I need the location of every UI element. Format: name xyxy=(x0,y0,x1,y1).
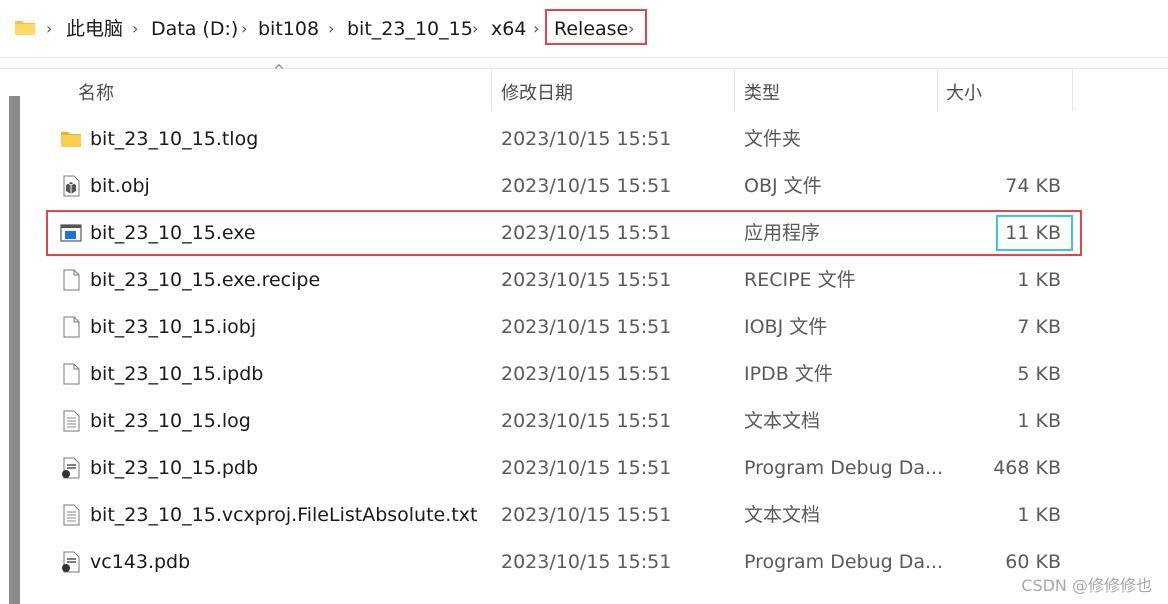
file-row[interactable]: bit_23_10_15.pdb 2023/10/15 15:51 Progra… xyxy=(48,446,1082,490)
file-name: bit_23_10_15.vcxproj.FileListAbsolute.tx… xyxy=(90,504,478,526)
file-size: 1 KB xyxy=(1017,269,1061,291)
file-size: 1 KB xyxy=(1017,504,1061,526)
pdb-file-icon xyxy=(62,551,80,573)
file-date: 2023/10/15 15:51 xyxy=(501,363,672,385)
file-type: OBJ 文件 xyxy=(744,175,822,197)
breadcrumb-bit108[interactable]: bit108 xyxy=(258,17,319,41)
blank-file-icon xyxy=(63,316,80,338)
file-size: 74 KB xyxy=(1005,175,1061,197)
file-row[interactable]: bit_23_10_15.iobj 2023/10/15 15:51 IOBJ … xyxy=(48,305,1082,349)
file-date: 2023/10/15 15:51 xyxy=(501,551,672,573)
file-date: 2023/10/15 15:51 xyxy=(501,316,672,338)
file-type: IPDB 文件 xyxy=(744,363,833,385)
file-size: 1 KB xyxy=(1017,410,1061,432)
exe-row-highlight-box xyxy=(46,210,1082,256)
breadcrumb-bit-23-10-15[interactable]: bit_23_10_15 xyxy=(347,17,473,41)
column-divider[interactable] xyxy=(1072,69,1073,111)
folder-icon xyxy=(61,132,81,147)
breadcrumb-data-drive[interactable]: Data (D:) xyxy=(151,17,238,41)
column-divider[interactable] xyxy=(937,69,938,111)
file-type: Program Debug Da... xyxy=(744,551,944,573)
folder-icon xyxy=(15,21,35,35)
text-file-icon xyxy=(63,504,80,526)
file-size: 5 KB xyxy=(1017,363,1061,385)
breadcrumb-this-pc[interactable]: 此电脑 xyxy=(66,17,123,41)
file-type: Program Debug Da... xyxy=(744,457,944,479)
breadcrumb-separator: › xyxy=(472,19,479,38)
obj-file-icon xyxy=(63,175,80,197)
file-type: 文件夹 xyxy=(744,128,802,150)
file-name: bit_23_10_15.ipdb xyxy=(90,363,264,385)
file-date: 2023/10/15 15:51 xyxy=(501,504,672,526)
file-row[interactable]: bit.obj 2023/10/15 15:51 OBJ 文件 74 KB xyxy=(48,164,1082,208)
file-date: 2023/10/15 15:51 xyxy=(501,175,672,197)
pdb-file-icon xyxy=(62,457,80,479)
file-name: bit_23_10_15.exe.recipe xyxy=(90,269,321,291)
file-row[interactable]: bit_23_10_15.exe.recipe 2023/10/15 15:51… xyxy=(48,258,1082,302)
watermark: CSDN @修修修也 xyxy=(1021,576,1152,595)
breadcrumb-x64[interactable]: x64 xyxy=(491,17,526,41)
column-divider[interactable] xyxy=(734,69,735,111)
file-name: vc143.pdb xyxy=(90,551,191,573)
breadcrumb-separator: › xyxy=(533,19,540,38)
text-file-icon xyxy=(63,410,80,432)
file-name: bit_23_10_15.pdb xyxy=(90,457,259,479)
file-date: 2023/10/15 15:51 xyxy=(501,410,672,432)
file-date: 2023/10/15 15:51 xyxy=(501,269,672,291)
column-header-size[interactable]: 大小 xyxy=(946,79,982,105)
file-row[interactable]: bit_23_10_15.vcxproj.FileListAbsolute.tx… xyxy=(48,493,1082,537)
file-date: 2023/10/15 15:51 xyxy=(501,128,672,150)
breadcrumb-separator: › xyxy=(132,19,139,38)
breadcrumb-separator: › xyxy=(241,19,248,38)
file-size: 7 KB xyxy=(1017,316,1061,338)
column-header-date[interactable]: 修改日期 xyxy=(501,79,573,105)
breadcrumb-separator: › xyxy=(46,19,53,38)
file-row[interactable]: bit_23_10_15.ipdb 2023/10/15 15:51 IPDB … xyxy=(48,352,1082,396)
file-name: bit.obj xyxy=(90,175,150,197)
file-date: 2023/10/15 15:51 xyxy=(501,457,672,479)
column-header-row: ^ 名称 修改日期 类型 大小 xyxy=(28,63,1168,111)
column-header-name[interactable]: 名称 xyxy=(78,79,114,105)
file-name: bit_23_10_15.log xyxy=(90,410,251,432)
file-type: 文本文档 xyxy=(744,504,821,526)
file-size: 468 KB xyxy=(993,457,1061,479)
file-name: bit_23_10_15.tlog xyxy=(90,128,259,150)
file-name: bit_23_10_15.iobj xyxy=(90,316,257,338)
sort-ascending-icon: ^ xyxy=(273,63,285,79)
file-row[interactable]: vc143.pdb 2023/10/15 15:51 Program Debug… xyxy=(48,540,1082,584)
file-type: 文本文档 xyxy=(744,410,821,432)
blank-file-icon xyxy=(63,363,80,385)
file-type: IOBJ 文件 xyxy=(744,316,828,338)
address-bar[interactable]: › 此电脑 › Data (D:) › bit108 › bit_23_10_1… xyxy=(0,0,1168,58)
column-header-type[interactable]: 类型 xyxy=(744,79,780,105)
file-row[interactable]: bit_23_10_15.tlog 2023/10/15 15:51 文件夹 xyxy=(48,117,1082,161)
file-type: RECIPE 文件 xyxy=(744,269,856,291)
release-highlight-box xyxy=(545,9,647,45)
column-divider[interactable] xyxy=(491,69,492,111)
scrollbar-thumb[interactable] xyxy=(9,96,20,604)
breadcrumb-separator: › xyxy=(328,19,335,38)
file-row[interactable]: bit_23_10_15.log 2023/10/15 15:51 文本文档 1… xyxy=(48,399,1082,443)
blank-file-icon xyxy=(63,269,80,291)
file-size: 60 KB xyxy=(1005,551,1061,573)
exe-size-highlight-box xyxy=(996,215,1073,251)
